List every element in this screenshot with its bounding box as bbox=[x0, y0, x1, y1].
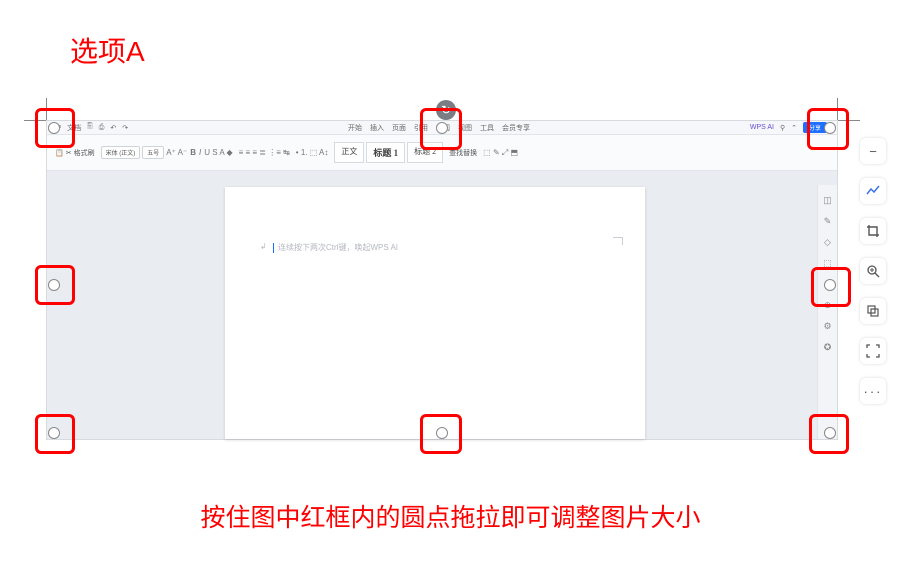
menu-item-tools[interactable]: 工具 bbox=[480, 123, 494, 133]
titlebar-icon[interactable]: ⎙ bbox=[99, 124, 105, 132]
more-icon[interactable]: ··· bbox=[860, 378, 886, 404]
highlight-frame bbox=[420, 414, 462, 454]
chevron-up-icon[interactable]: ⌃ bbox=[791, 124, 797, 132]
rail-icon[interactable]: ◫ bbox=[823, 195, 832, 206]
misc-tools[interactable]: ⬚ ✎ ⤢ ⬒ bbox=[483, 148, 518, 158]
menu-item-vip[interactable]: 会员专享 bbox=[502, 123, 530, 133]
clipboard-group: 📋 ✂ 格式刷 bbox=[55, 148, 95, 158]
instruction-caption: 按住图中红框内的圆点拖拉即可调整图片大小 bbox=[0, 498, 901, 534]
font-group: 宋体 (正文) 五号 A⁺ A⁻ B I U S A ◆ bbox=[101, 146, 233, 159]
titlebar-icon[interactable]: ↶ bbox=[110, 124, 116, 132]
rail-icon[interactable]: ✎ bbox=[824, 216, 832, 227]
highlight-frame bbox=[35, 265, 75, 305]
crop-icon[interactable] bbox=[860, 218, 886, 244]
floating-toolbar: − ··· bbox=[858, 138, 888, 404]
font-size-dropdown[interactable]: 五号 bbox=[142, 146, 164, 159]
menu-item-insert[interactable]: 插入 bbox=[370, 123, 384, 133]
zoom-in-icon[interactable] bbox=[860, 258, 886, 284]
titlebar-icon[interactable]: ↷ bbox=[122, 124, 128, 132]
highlight-frame bbox=[35, 414, 75, 454]
cut-icon[interactable]: ✂ bbox=[66, 149, 72, 157]
list-group[interactable]: • 1. ⬚ A↕ bbox=[296, 148, 329, 157]
highlight-frame bbox=[35, 108, 75, 148]
font-style-icons[interactable]: A⁺ A⁻ B I U S A ◆ bbox=[166, 148, 232, 157]
style-heading1[interactable]: 标题 1 bbox=[366, 142, 405, 163]
minus-button[interactable]: − bbox=[860, 138, 886, 164]
text-caret bbox=[273, 243, 274, 253]
titlebar-icon[interactable]: 🖺 bbox=[87, 122, 93, 133]
ai-hint-text: 连续按下两次Ctrl键，唤起WPS AI bbox=[278, 242, 398, 253]
menu-item-page[interactable]: 页面 bbox=[392, 123, 406, 133]
font-name-dropdown[interactable]: 宋体 (正文) bbox=[101, 146, 141, 159]
paragraph-group[interactable]: ≡ ≡ ≡ ≣ ⋮≡ ↹ bbox=[239, 148, 290, 157]
fullscreen-icon[interactable] bbox=[860, 338, 886, 364]
highlight-frame bbox=[809, 414, 849, 454]
line-chart-icon[interactable] bbox=[860, 178, 886, 204]
option-label: 选项A bbox=[70, 30, 145, 70]
highlight-frame bbox=[807, 108, 849, 150]
highlight-frame bbox=[420, 108, 462, 150]
corner-mark-icon bbox=[613, 237, 623, 245]
wps-ai-button[interactable]: WPS AI bbox=[750, 124, 774, 131]
style-normal[interactable]: 正文 bbox=[334, 142, 364, 163]
document-viewport[interactable]: ↲ 连续按下两次Ctrl键，唤起WPS AI bbox=[47, 185, 837, 439]
menu-item-start[interactable]: 开始 bbox=[348, 123, 362, 133]
rail-icon[interactable]: ◇ bbox=[824, 237, 831, 248]
copy-icon[interactable] bbox=[860, 298, 886, 324]
embedded-screenshot: ≡ 文档 🖺 ⎙ ↶ ↷ 开始 插入 页面 引用 审阅 视图 工具 会员专享 W… bbox=[46, 120, 838, 440]
highlight-frame bbox=[811, 267, 851, 307]
paste-icon[interactable]: 📋 bbox=[55, 149, 64, 157]
paragraph-mark-icon: ↲ bbox=[260, 242, 267, 251]
format-brush[interactable]: 格式刷 bbox=[74, 148, 95, 158]
document-page[interactable]: ↲ 连续按下两次Ctrl键，唤起WPS AI bbox=[225, 187, 645, 439]
wps-right-rail: ◫ ✎ ◇ ⬚ ⤢ ⊕ ⚙ ✪ bbox=[817, 185, 837, 439]
cursor-placeholder: 连续按下两次Ctrl键，唤起WPS AI bbox=[273, 242, 398, 253]
search-icon[interactable]: ⚲ bbox=[780, 124, 785, 132]
rail-icon[interactable]: ✪ bbox=[824, 342, 832, 353]
rail-icon[interactable]: ⚙ bbox=[823, 321, 831, 332]
